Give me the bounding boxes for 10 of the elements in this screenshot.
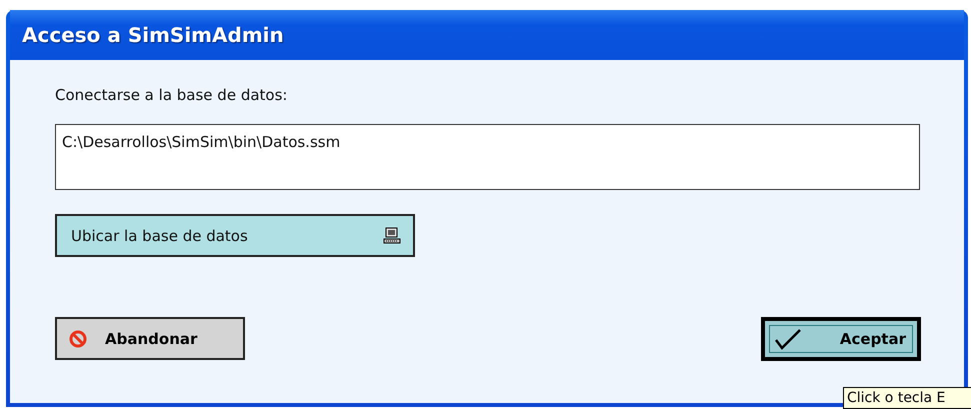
window-title: Acceso a SimSimAdmin bbox=[22, 23, 284, 47]
database-label: Conectarse a la base de datos: bbox=[55, 86, 288, 104]
path-field[interactable]: C:\Desarrollos\SimSim\bin\Datos.ssm bbox=[55, 124, 920, 190]
cancel-button[interactable]: Abandonar bbox=[55, 317, 245, 360]
prohibited-icon bbox=[69, 330, 87, 348]
accept-button[interactable]: Aceptar bbox=[761, 317, 921, 361]
computer-icon bbox=[383, 227, 401, 244]
checkmark-icon bbox=[774, 328, 802, 350]
tooltip: Click o tecla E bbox=[843, 387, 971, 409]
locate-database-button[interactable]: Ubicar la base de datos bbox=[55, 214, 415, 257]
